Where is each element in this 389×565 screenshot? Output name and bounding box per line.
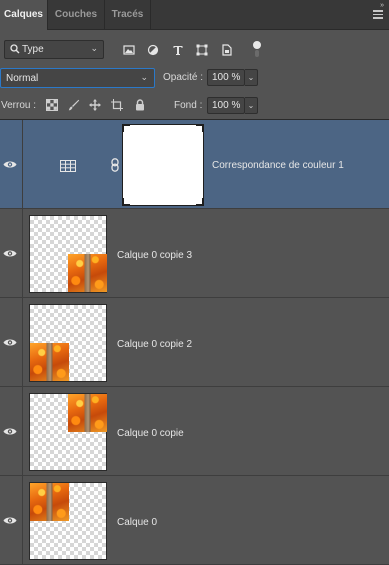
layer-row[interactable]: Calque 0 copie 3 — [0, 209, 389, 298]
smart-object-filter-icon[interactable] — [221, 44, 233, 56]
fill-dropdown-button[interactable]: ⌄ — [245, 97, 258, 114]
eye-icon — [3, 161, 17, 168]
autumn-image — [68, 394, 107, 432]
chevron-down-icon: ⌄ — [90, 43, 98, 53]
image-filter-icon[interactable] — [123, 44, 135, 56]
layer-name[interactable]: Calque 0 copie 2 — [117, 339, 192, 350]
autumn-image — [30, 343, 69, 381]
visibility-toggle[interactable] — [0, 209, 23, 297]
filter-row: Type ⌄ — [0, 30, 389, 66]
search-icon — [10, 44, 20, 54]
tab-traces[interactable]: Tracés — [105, 0, 151, 30]
layers-list: Correspondance de couleur 1 Calque 0 cop… — [0, 120, 389, 565]
lock-all-icon[interactable] — [134, 99, 146, 111]
layer-mask-thumbnail[interactable] — [122, 124, 204, 206]
layer-row[interactable]: Calque 0 — [0, 476, 389, 565]
filter-toggle[interactable] — [253, 41, 261, 58]
layer-row[interactable]: Correspondance de couleur 1 — [0, 120, 389, 209]
fill-label: Fond : — [174, 100, 203, 111]
lock-pixels-icon[interactable] — [68, 99, 80, 111]
panel-tab-bar: Calques Couches Tracés » — [0, 0, 389, 30]
adjustment-filter-icon[interactable] — [147, 44, 159, 56]
opacity-input[interactable]: 100 % — [207, 69, 245, 86]
layer-thumbnail[interactable] — [29, 304, 107, 382]
shape-filter-icon[interactable] — [196, 44, 208, 56]
color-lookup-adjustment-icon[interactable] — [60, 160, 76, 172]
fill-input[interactable]: 100 % — [207, 97, 245, 114]
visibility-toggle[interactable] — [0, 387, 23, 475]
lock-artboard-icon[interactable] — [111, 99, 123, 111]
tab-couches[interactable]: Couches — [48, 0, 105, 30]
text-filter-icon[interactable] — [172, 44, 184, 56]
blend-mode-value: Normal — [6, 73, 39, 84]
lock-label: Verrou : — [1, 100, 37, 111]
lock-transparency-icon[interactable] — [46, 99, 58, 111]
chain-link-icon[interactable] — [111, 158, 119, 172]
lock-row: Verrou : Fond : 100 % ⌄ — [0, 92, 389, 120]
eye-icon — [3, 250, 17, 257]
blend-mode-select[interactable]: Normal ⌄ — [0, 68, 155, 88]
visibility-toggle[interactable] — [0, 476, 23, 564]
collapse-panel-icon[interactable]: » — [380, 2, 384, 9]
layer-name[interactable]: Calque 0 — [117, 517, 157, 528]
layer-thumbnail[interactable] — [29, 393, 107, 471]
chevron-down-icon: ⌄ — [140, 72, 148, 82]
layer-name[interactable]: Calque 0 copie — [117, 428, 184, 439]
panel-menu-icon[interactable] — [373, 10, 383, 19]
layer-name[interactable]: Calque 0 copie 3 — [117, 250, 192, 261]
layer-thumbnail[interactable] — [29, 482, 107, 560]
layer-thumbnail[interactable] — [29, 215, 107, 293]
opacity-label: Opacité : — [163, 72, 204, 83]
autumn-image — [68, 254, 107, 292]
layer-name[interactable]: Correspondance de couleur 1 — [212, 160, 344, 171]
eye-icon — [3, 517, 17, 524]
opacity-dropdown-button[interactable]: ⌄ — [245, 69, 258, 86]
autumn-image — [30, 483, 69, 521]
tab-calques[interactable]: Calques — [0, 0, 48, 30]
filter-kind-label: Type — [22, 44, 44, 55]
blend-row: Normal ⌄ Opacité : 100 % ⌄ — [0, 66, 389, 90]
layer-row[interactable]: Calque 0 copie — [0, 387, 389, 476]
eye-icon — [3, 428, 17, 435]
visibility-toggle[interactable] — [0, 298, 23, 386]
layer-row[interactable]: Calque 0 copie 2 — [0, 298, 389, 387]
eye-icon — [3, 339, 17, 346]
lock-position-icon[interactable] — [89, 99, 101, 111]
visibility-toggle[interactable] — [0, 120, 23, 208]
filter-kind-select[interactable]: Type ⌄ — [4, 40, 104, 59]
